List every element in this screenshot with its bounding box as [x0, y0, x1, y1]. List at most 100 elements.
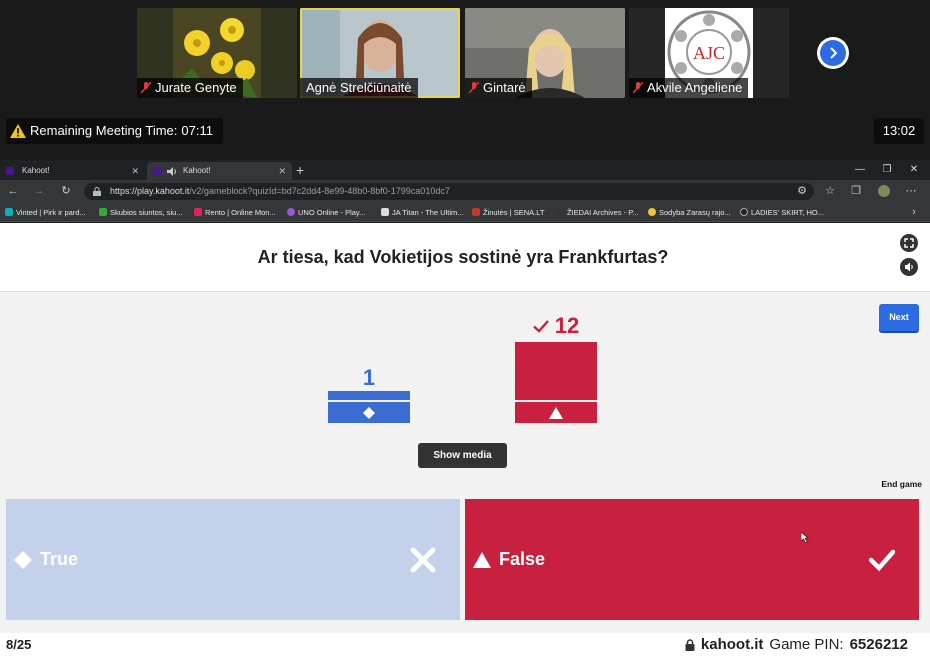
cross-icon: [410, 547, 436, 573]
fullscreen-button[interactable]: [900, 234, 918, 252]
bookmark-item[interactable]: Vinted | Pirk ir pard...: [5, 203, 86, 222]
game-pin-value: 6526212: [849, 636, 908, 653]
bookmark-label: UNO Online - Play...: [298, 208, 366, 217]
new-tab-icon[interactable]: +: [296, 160, 304, 180]
remaining-time-value: 07:11: [181, 123, 213, 138]
bookmark-item[interactable]: Žinutės | SENA.LT: [472, 203, 544, 222]
participant-name: Gintarė: [465, 78, 532, 98]
restore-icon[interactable]: ❐: [873, 160, 901, 180]
bookmark-item[interactable]: UNO Online - Play...: [287, 203, 365, 222]
close-tab-icon[interactable]: ✕: [131, 162, 139, 180]
next-button[interactable]: Next: [879, 304, 919, 331]
check-icon: [532, 319, 549, 333]
meeting-video-strip: Jurate Genyte Agnė Strelčiūnaitė Gintarė: [0, 0, 930, 160]
bookmark-label: Skubios siuntos, siu...: [110, 208, 183, 217]
bookmark-item[interactable]: Skubios siuntos, siu...: [99, 203, 183, 222]
bookmark-label: JA Titan - The Ultim...: [392, 208, 464, 217]
kahoot-page: Ar tiesa, kad Vokietijos sostinė yra Fra…: [0, 223, 930, 656]
bookmarks-overflow-chevron-icon[interactable]: ›: [906, 204, 922, 220]
chevron-right-icon: [830, 47, 838, 59]
reload-icon[interactable]: ↻: [58, 183, 74, 199]
lock-icon: [685, 638, 695, 651]
show-media-button[interactable]: Show media: [418, 443, 507, 468]
lock-icon: [93, 187, 101, 196]
browser-tab-active[interactable]: Kahoot! ✕: [147, 162, 292, 180]
diamond-icon: [363, 406, 375, 419]
answer-label: False: [499, 549, 546, 569]
speaker-icon: [905, 262, 913, 272]
bookmark-label: ŽIEDAI Archives - P...: [567, 208, 639, 217]
bookmark-label: LADIES' SKIRT, HO...: [751, 208, 824, 217]
more-menu-icon[interactable]: ⋯: [903, 183, 919, 199]
answer-true[interactable]: True: [6, 499, 460, 620]
bookmark-label: Sodyba Zarasų rajo...: [659, 208, 731, 217]
warning-icon: [10, 124, 26, 138]
answer-false[interactable]: False: [465, 499, 919, 620]
bookmark-item[interactable]: Sodyba Zarasų rajo...: [648, 203, 731, 222]
result-label-false: [515, 402, 597, 423]
site-settings-icon[interactable]: ⚙: [794, 183, 810, 199]
bookmark-item[interactable]: ŽIEDAI Archives - P...: [556, 203, 639, 222]
forward-icon[interactable]: →: [31, 183, 47, 199]
bookmark-favicon-icon: [740, 208, 748, 216]
bookmark-favicon-icon: [99, 208, 107, 216]
kahoot-favicon-icon: [153, 167, 161, 175]
sound-button[interactable]: [900, 258, 918, 276]
bookmark-item[interactable]: LADIES' SKIRT, HO...: [740, 203, 824, 222]
meeting-clock: 13:02: [874, 118, 924, 144]
browser-tab[interactable]: Kahoot! ✕: [0, 162, 145, 180]
close-tab-icon[interactable]: ✕: [278, 162, 286, 180]
game-pin-label: Game PIN:: [769, 636, 844, 653]
bookmark-label: Žinutės | SENA.LT: [483, 208, 545, 217]
participant-name: Akvile Angeliene: [629, 78, 749, 98]
question-header: Ar tiesa, kad Vokietijos sostinė yra Fra…: [0, 223, 930, 292]
participant-tile[interactable]: Gintarė: [465, 8, 625, 98]
minimize-icon[interactable]: —: [846, 160, 874, 180]
url-input[interactable]: https://play.kahoot.it/v2/gameblock?quiz…: [84, 183, 814, 200]
participant-name-text: Gintarė: [483, 80, 526, 95]
remaining-meeting-time: Remaining Meeting Time: 07:11: [6, 118, 223, 144]
bookmark-item[interactable]: JA Titan - The Ultim...: [381, 203, 464, 222]
result-bar-false: [515, 342, 597, 400]
url-path: /v2/gameblock?quizId=bd7c2dd4-8e99-48b0-…: [189, 186, 450, 196]
result-count-value: 12: [554, 313, 580, 338]
triangle-icon: [549, 406, 563, 419]
result-count-true: 1: [328, 365, 410, 391]
muted-mic-icon: [633, 82, 643, 94]
favorites-star-icon[interactable]: ☆: [822, 183, 838, 199]
close-window-icon[interactable]: ✕: [900, 160, 928, 180]
bookmark-favicon-icon: [287, 208, 295, 216]
svg-text:AJC: AJC: [693, 43, 725, 63]
site-name: kahoot.it: [700, 636, 764, 653]
participant-tile-active[interactable]: Agnė Strelčiūnaitė: [300, 8, 460, 98]
collections-icon[interactable]: ❐: [848, 183, 864, 199]
bookmark-label: Vinted | Pirk ir pard...: [16, 208, 86, 217]
bookmarks-bar: Vinted | Pirk ir pard... Skubios siuntos…: [0, 203, 930, 222]
question-title: Ar tiesa, kad Vokietijos sostinė yra Fra…: [257, 247, 669, 267]
result-bar-true: [328, 391, 410, 400]
bookmark-favicon-icon: [472, 208, 480, 216]
question-progress: 8/25: [6, 637, 32, 652]
fullscreen-icon: [904, 238, 914, 248]
bookmark-item[interactable]: Rento | Online Mon...: [194, 203, 276, 222]
kahoot-favicon-icon: [6, 167, 14, 175]
participant-tile[interactable]: Jurate Genyte: [137, 8, 297, 98]
url-host: https://play.kahoot.it: [110, 186, 190, 196]
participant-name: Agnė Strelčiūnaitė: [300, 78, 418, 98]
bookmark-label: Rento | Online Mon...: [205, 208, 276, 217]
bookmark-favicon-icon: [5, 208, 13, 216]
triangle-icon: [473, 552, 491, 568]
muted-mic-icon: [141, 82, 151, 94]
participant-tile[interactable]: AJC Akvile Angeliene: [629, 8, 789, 98]
next-participants-button[interactable]: [817, 37, 849, 69]
participant-name-text: Agnė Strelčiūnaitė: [306, 80, 412, 95]
back-icon[interactable]: ←: [5, 183, 21, 199]
bookmark-favicon-icon: [648, 208, 656, 216]
end-game-link[interactable]: End game: [870, 479, 922, 489]
check-icon: [869, 549, 895, 572]
tab-title: Kahoot!: [22, 166, 50, 175]
participant-name: Jurate Genyte: [137, 78, 243, 98]
profile-avatar[interactable]: [876, 183, 892, 199]
bookmark-favicon-icon: [194, 208, 202, 216]
result-count-value: 1: [362, 365, 376, 390]
